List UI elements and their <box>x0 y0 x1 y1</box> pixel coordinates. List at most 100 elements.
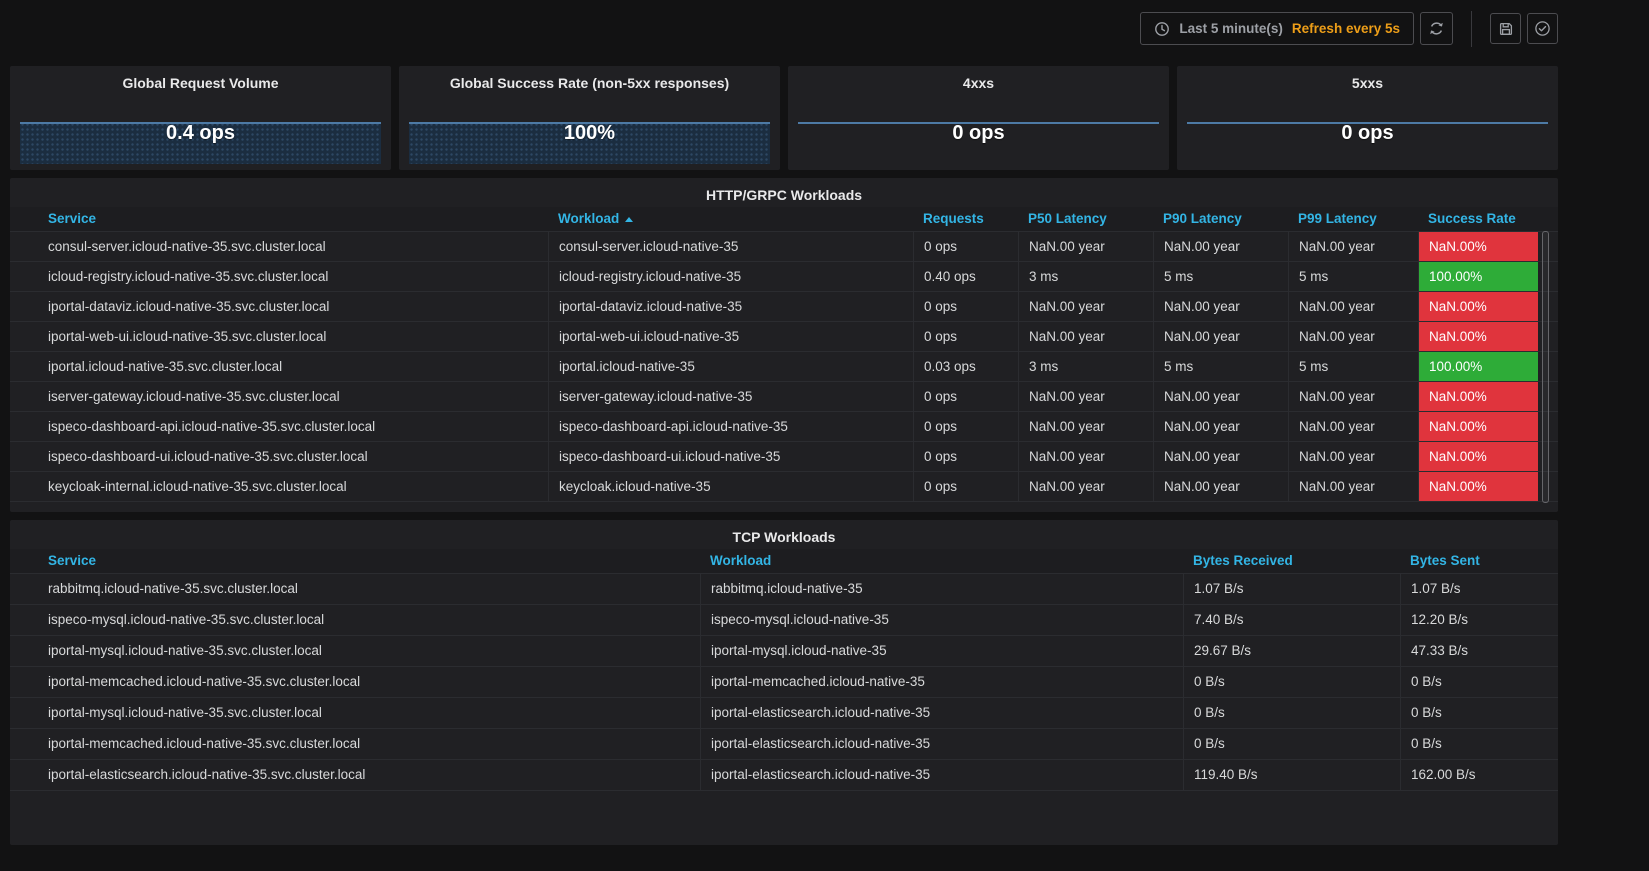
success-rate-cell: NaN.00% <box>1418 472 1538 501</box>
stat-sparkline: 100% <box>409 122 770 164</box>
bytes-sent-cell: 0 B/s <box>1400 698 1548 728</box>
tcp-table-row: iportal-mysql.icloud-native-35.svc.clust… <box>10 635 1558 666</box>
col-header-workload[interactable]: Workload <box>548 207 913 231</box>
p90-latency-cell: NaN.00 year <box>1153 292 1288 321</box>
workload-cell: iportal-elasticsearch.icloud-native-35 <box>700 729 1183 759</box>
bytes-sent-cell: 0 B/s <box>1400 667 1548 697</box>
tcp-table-row: rabbitmq.icloud-native-35.svc.cluster.lo… <box>10 573 1558 604</box>
p50-latency-cell: NaN.00 year <box>1018 382 1153 411</box>
p50-latency-cell: NaN.00 year <box>1018 472 1153 501</box>
success-rate-cell: NaN.00% <box>1418 412 1538 441</box>
requests-cell: 0 ops <box>913 472 1018 501</box>
stat-panel-title[interactable]: 4xxs <box>788 75 1169 92</box>
service-cell: iportal-web-ui.icloud-native-35.svc.clus… <box>38 322 548 351</box>
service-cell: iportal-dataviz.icloud-native-35.svc.clu… <box>38 292 548 321</box>
p50-latency-cell: NaN.00 year <box>1018 322 1153 351</box>
col-header-requests[interactable]: Requests <box>913 207 1018 231</box>
stat-panel: 5xxs 0 ops <box>1177 66 1558 170</box>
tcp-table-row: iportal-memcached.icloud-native-35.svc.c… <box>10 666 1558 697</box>
p50-latency-cell: 3 ms <box>1018 352 1153 381</box>
http-table-body: consul-server.icloud-native-35.svc.clust… <box>10 231 1558 502</box>
workload-cell: keycloak.icloud-native-35 <box>548 472 913 501</box>
tcp-table-row: iportal-memcached.icloud-native-35.svc.c… <box>10 728 1558 759</box>
col-header-workload[interactable]: Workload <box>700 549 1183 573</box>
stat-panel-title[interactable]: Global Success Rate (non-5xx responses) <box>399 75 780 92</box>
requests-cell: 0 ops <box>913 442 1018 471</box>
service-cell: iportal-memcached.icloud-native-35.svc.c… <box>38 667 700 697</box>
success-rate-cell: NaN.00% <box>1418 292 1538 321</box>
col-header-workload-label: Workload <box>558 211 619 226</box>
bytes-received-cell: 0 B/s <box>1183 667 1400 697</box>
p90-latency-cell: 5 ms <box>1153 352 1288 381</box>
p99-latency-cell: NaN.00 year <box>1288 322 1418 351</box>
bytes-sent-cell: 0 B/s <box>1400 729 1548 759</box>
save-icon <box>1498 21 1514 37</box>
service-cell: iportal-memcached.icloud-native-35.svc.c… <box>38 729 700 759</box>
p90-latency-cell: NaN.00 year <box>1153 232 1288 261</box>
p99-latency-cell: NaN.00 year <box>1288 382 1418 411</box>
workload-cell: iportal-web-ui.icloud-native-35 <box>548 322 913 351</box>
col-header-success-rate[interactable]: Success Rate <box>1418 207 1538 231</box>
time-range-picker[interactable]: Last 5 minute(s) Refresh every 5s <box>1140 12 1414 45</box>
workload-cell: icloud-registry.icloud-native-35 <box>548 262 913 291</box>
workload-cell: iserver-gateway.icloud-native-35 <box>548 382 913 411</box>
workload-cell: iportal-memcached.icloud-native-35 <box>700 667 1183 697</box>
success-rate-cell: NaN.00% <box>1418 442 1538 471</box>
success-rate-cell: NaN.00% <box>1418 322 1538 351</box>
bytes-sent-cell: 162.00 B/s <box>1400 760 1548 790</box>
requests-cell: 0 ops <box>913 322 1018 351</box>
bytes-received-cell: 1.07 B/s <box>1183 574 1400 604</box>
stat-panel-title[interactable]: Global Request Volume <box>10 75 391 92</box>
dashboard-toolbar: Last 5 minute(s) Refresh every 5s <box>0 0 1649 56</box>
p50-latency-cell: NaN.00 year <box>1018 292 1153 321</box>
requests-cell: 0 ops <box>913 232 1018 261</box>
bytes-sent-cell: 1.07 B/s <box>1400 574 1548 604</box>
col-header-p50-latency[interactable]: P50 Latency <box>1018 207 1153 231</box>
refresh-button[interactable] <box>1420 12 1453 45</box>
tcp-workloads-panel: TCP Workloads Service Workload Bytes Rec… <box>10 520 1558 845</box>
stat-panel-title[interactable]: 5xxs <box>1177 75 1558 92</box>
bytes-received-cell: 119.40 B/s <box>1183 760 1400 790</box>
http-panel-title[interactable]: HTTP/GRPC Workloads <box>10 185 1558 207</box>
p99-latency-cell: NaN.00 year <box>1288 442 1418 471</box>
p90-latency-cell: NaN.00 year <box>1153 442 1288 471</box>
col-header-bytes-received[interactable]: Bytes Received <box>1183 549 1400 573</box>
p50-latency-cell: NaN.00 year <box>1018 232 1153 261</box>
workload-cell: ispeco-dashboard-ui.icloud-native-35 <box>548 442 913 471</box>
col-header-service[interactable]: Service <box>38 549 700 573</box>
requests-cell: 0.03 ops <box>913 352 1018 381</box>
requests-cell: 0 ops <box>913 412 1018 441</box>
service-cell: iportal-elasticsearch.icloud-native-35.s… <box>38 760 700 790</box>
success-rate-cell: NaN.00% <box>1418 232 1538 261</box>
apply-button[interactable] <box>1527 13 1558 44</box>
workload-cell: iportal-elasticsearch.icloud-native-35 <box>700 760 1183 790</box>
p90-latency-cell: NaN.00 year <box>1153 472 1288 501</box>
p50-latency-cell: 3 ms <box>1018 262 1153 291</box>
save-button[interactable] <box>1490 13 1521 44</box>
workload-cell: ispeco-mysql.icloud-native-35 <box>700 605 1183 635</box>
p90-latency-cell: NaN.00 year <box>1153 412 1288 441</box>
success-rate-cell: 100.00% <box>1418 352 1538 381</box>
p99-latency-cell: NaN.00 year <box>1288 412 1418 441</box>
service-cell: ispeco-dashboard-api.icloud-native-35.sv… <box>38 412 548 441</box>
workload-cell: iportal-elasticsearch.icloud-native-35 <box>700 698 1183 728</box>
bytes-received-cell: 7.40 B/s <box>1183 605 1400 635</box>
col-header-p99-latency[interactable]: P99 Latency <box>1288 207 1418 231</box>
tcp-panel-title[interactable]: TCP Workloads <box>10 527 1558 549</box>
col-header-service[interactable]: Service <box>38 207 548 231</box>
service-cell: icloud-registry.icloud-native-35.svc.clu… <box>38 262 548 291</box>
workload-cell: ispeco-dashboard-api.icloud-native-35 <box>548 412 913 441</box>
table-scrollbar[interactable] <box>1542 231 1549 503</box>
p99-latency-cell: 5 ms <box>1288 352 1418 381</box>
tcp-table-row: ispeco-mysql.icloud-native-35.svc.cluste… <box>10 604 1558 635</box>
stat-panel: Global Request Volume 0.4 ops <box>10 66 391 170</box>
col-header-bytes-sent[interactable]: Bytes Sent <box>1400 549 1548 573</box>
service-cell: keycloak-internal.icloud-native-35.svc.c… <box>38 472 548 501</box>
toolbar-divider <box>1471 11 1472 47</box>
service-cell: consul-server.icloud-native-35.svc.clust… <box>38 232 548 261</box>
stat-sparkline: 0 ops <box>1187 122 1548 164</box>
service-cell: rabbitmq.icloud-native-35.svc.cluster.lo… <box>38 574 700 604</box>
success-rate-cell: NaN.00% <box>1418 382 1538 411</box>
col-header-p90-latency[interactable]: P90 Latency <box>1153 207 1288 231</box>
stat-panels-row: Global Request Volume 0.4 ops Global Suc… <box>10 66 1558 170</box>
